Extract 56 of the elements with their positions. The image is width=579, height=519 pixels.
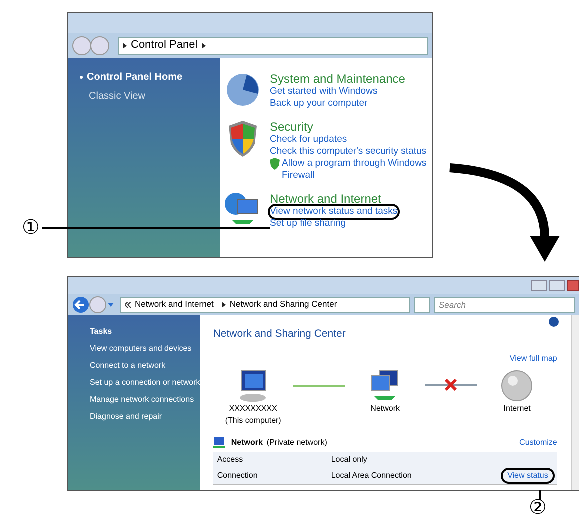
node-label: Network xyxy=(370,402,400,415)
network-name: Network xyxy=(231,436,263,449)
refresh-icon[interactable] xyxy=(414,296,430,312)
breadcrumb-item[interactable]: Network and Internet xyxy=(135,298,214,311)
task-link[interactable]: Diagnose and repair xyxy=(90,411,200,423)
network-icon xyxy=(213,436,228,449)
row-label: Access xyxy=(217,454,244,466)
network-type: (Private network) xyxy=(266,436,328,449)
row-label: Connection xyxy=(217,470,259,482)
view-status-link[interactable]: View status xyxy=(502,470,554,482)
category-title[interactable]: Security xyxy=(270,120,432,134)
pie-chart-icon xyxy=(225,72,261,108)
help-icon[interactable] xyxy=(549,317,560,327)
sidebar-link[interactable]: Classic View xyxy=(80,89,220,104)
minimize-icon[interactable] xyxy=(531,280,547,291)
callout-number: ① xyxy=(22,217,40,239)
category-link[interactable]: Back up your computer xyxy=(270,98,368,110)
sidebar-link[interactable]: Control Panel Home xyxy=(80,70,220,85)
scrollbar[interactable] xyxy=(571,315,579,490)
breadcrumb-item[interactable]: Network and Sharing Center xyxy=(230,298,338,311)
task-link[interactable]: View computers and devices xyxy=(90,343,200,355)
search-field[interactable]: Search xyxy=(434,296,575,312)
category-link[interactable]: Check this computer's security status xyxy=(270,146,427,158)
leader-line xyxy=(539,490,541,500)
category-title[interactable]: Network and Internet xyxy=(270,192,398,206)
row-value: Local Area Connection xyxy=(331,470,412,482)
task-link[interactable]: Connect to a network xyxy=(90,360,200,372)
chevron-right-icon[interactable] xyxy=(202,42,206,48)
task-link[interactable]: Manage network connections xyxy=(90,394,200,406)
chevron-right-icon[interactable] xyxy=(222,302,226,308)
node-label: Internet xyxy=(504,402,531,415)
category-link[interactable]: Get started with Windows xyxy=(270,86,378,98)
view-full-map-link[interactable]: View full map xyxy=(510,352,558,365)
globe-icon xyxy=(500,368,534,403)
node-sublabel: (This computer) xyxy=(225,414,282,427)
node-label: XXXXXXXXX xyxy=(229,402,278,415)
customize-link[interactable]: Customize xyxy=(520,436,558,449)
category-link[interactable]: Check for updates xyxy=(270,134,348,146)
category-link[interactable]: Allow a program through Windows Firewall xyxy=(282,158,432,182)
sidebar-title: Tasks xyxy=(90,326,114,338)
back-forward-icon[interactable] xyxy=(72,296,116,314)
page-heading: Network and Sharing Center xyxy=(213,327,347,342)
row-value: Local only xyxy=(331,454,368,466)
address-field[interactable]: Network and Internet Network and Sharing Center xyxy=(120,296,410,312)
category-title[interactable]: System and Maintenance xyxy=(270,72,406,86)
breadcrumb-item[interactable]: Control Panel xyxy=(131,37,198,54)
category-link[interactable]: Set up file sharing xyxy=(270,218,346,230)
task-link[interactable]: Set up a connection or network xyxy=(90,377,200,389)
shield-icon xyxy=(227,120,259,158)
category-link[interactable]: View network status and tasks xyxy=(270,206,398,218)
double-chevron-icon[interactable] xyxy=(125,302,131,308)
chevron-right-icon[interactable] xyxy=(123,42,127,48)
address-field[interactable]: Control Panel xyxy=(118,36,428,54)
maximize-icon[interactable] xyxy=(549,280,565,291)
shield-icon xyxy=(270,158,280,170)
callout-number: ② xyxy=(529,497,547,519)
